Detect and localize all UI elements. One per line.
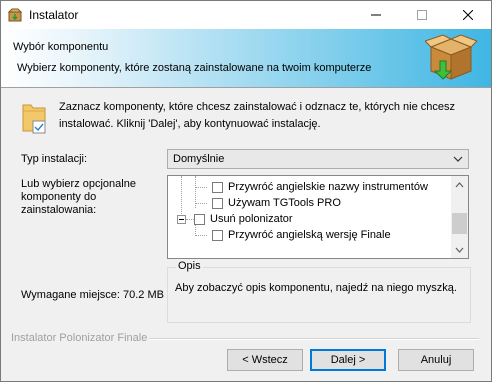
back-button[interactable]: < Wstecz — [227, 349, 303, 371]
collapse-toggle[interactable] — [177, 215, 186, 224]
tree-item-english-instruments[interactable]: Przywróć angielskie nazwy instrumentów — [212, 179, 428, 195]
title-bar: Instalator — [1, 1, 491, 29]
tree-item-label: Przywróć angielskie nazwy instrumentów — [228, 181, 428, 193]
chevron-up-icon — [455, 181, 464, 187]
tree-item-label: Używam TGTools PRO — [228, 197, 341, 209]
page-subtitle: Wybierz komponenty, które zostaną zainst… — [17, 62, 372, 74]
installer-window: Instalator Wybór komponentu Wybierz komp… — [0, 0, 492, 382]
install-type-label: Typ instalacji: — [21, 153, 88, 165]
wizard-header: Wybór komponentu Wybierz komponenty, któ… — [1, 29, 491, 88]
minimize-icon — [371, 14, 381, 16]
tree-line — [195, 203, 207, 204]
intro-text: Zaznacz komponenty, które chcesz zainsta… — [59, 101, 455, 130]
scroll-up-button[interactable] — [451, 176, 468, 193]
maximize-icon — [417, 10, 427, 20]
close-icon — [463, 10, 473, 20]
installer-app-icon — [7, 8, 23, 22]
description-group: Opis Aby zobaczyć opis komponentu, najed… — [167, 260, 471, 323]
installer-brand: Instalator Polonizator Finale — [11, 332, 148, 344]
checkbox[interactable] — [212, 181, 223, 193]
scrollbar-thumb[interactable] — [452, 213, 467, 234]
tree-line — [186, 219, 194, 220]
required-space: Wymagane miejsce: 70.2 MB — [21, 289, 164, 301]
tree-item-english-finale[interactable]: Przywróć angielską wersję Finale — [212, 227, 391, 243]
checkbox[interactable] — [212, 197, 223, 209]
minimize-button[interactable] — [353, 1, 399, 29]
tree-item-label: Usuń polonizator — [210, 213, 293, 225]
tree-line — [195, 235, 207, 236]
checkbox[interactable] — [194, 213, 205, 225]
tree-item-tgtools-pro[interactable]: Używam TGTools PRO — [212, 195, 341, 211]
tree-line — [195, 187, 207, 188]
cancel-button[interactable]: Anuluj — [398, 349, 474, 371]
install-type-value: Domyślnie — [173, 153, 225, 165]
tree-scrollbar[interactable] — [451, 176, 468, 258]
window-title: Instalator — [29, 8, 79, 22]
tree-item-label: Przywróć angielską wersję Finale — [228, 229, 391, 241]
components-tree[interactable]: Przywróć angielskie nazwy instrumentów U… — [167, 175, 469, 259]
next-button[interactable]: Dalej > — [310, 349, 386, 371]
components-label: Lub wybierz opcjonalne komponenty do zai… — [21, 178, 136, 216]
footer-separator — [149, 338, 479, 340]
tree-item-remove-polonizer[interactable]: Usuń polonizator — [194, 211, 293, 227]
description-title: Opis — [176, 260, 203, 272]
close-button[interactable] — [445, 1, 491, 29]
chevron-down-icon — [455, 247, 464, 253]
page-title: Wybór komponentu — [13, 41, 109, 53]
folder-icon — [22, 104, 46, 134]
description-text: Aby zobaczyć opis komponentu, najedź na … — [175, 282, 457, 294]
maximize-button[interactable] — [399, 1, 445, 29]
checkbox[interactable] — [212, 229, 223, 241]
scroll-down-button[interactable] — [451, 241, 468, 258]
chevron-down-icon — [453, 156, 463, 162]
package-box-icon — [425, 34, 477, 80]
install-type-select[interactable]: Domyślnie — [167, 149, 469, 169]
tree-line — [181, 176, 182, 220]
